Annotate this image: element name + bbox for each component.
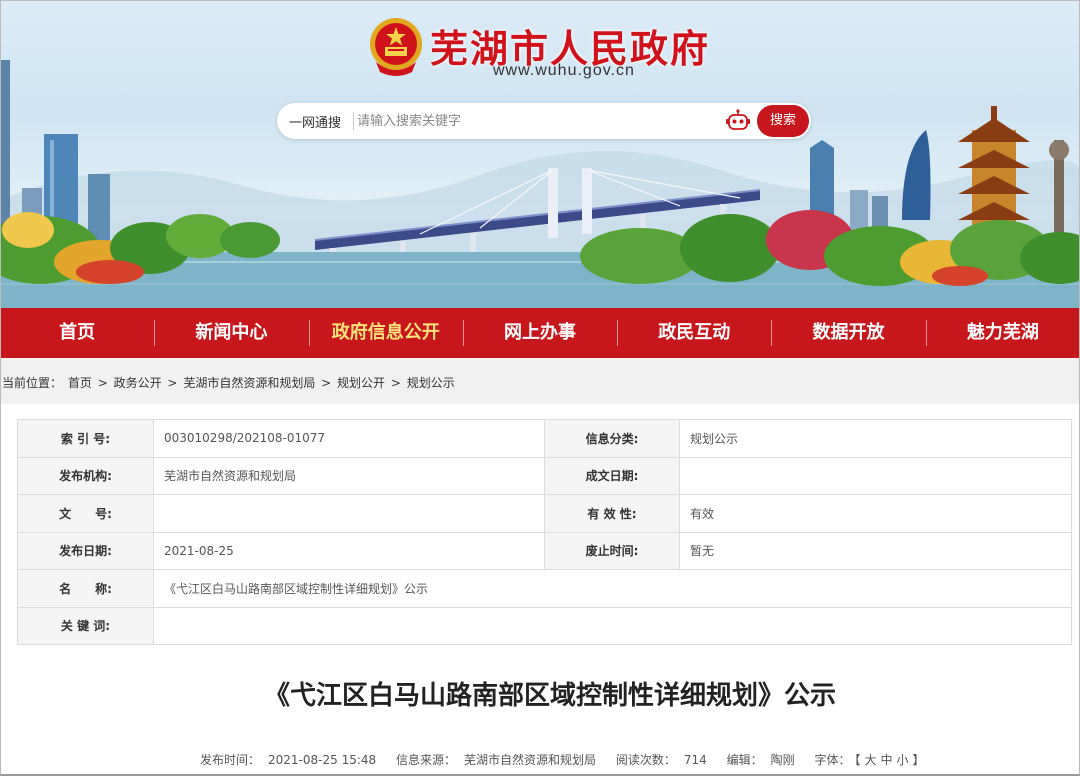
font-bracket-open: 【 xyxy=(854,753,861,767)
name-value: 《弋江区白马山路南部区域控制性详细规划》公示 xyxy=(153,569,1072,608)
validity-label: 有 效 性: xyxy=(544,494,680,533)
info-source-value: 芜湖市自然资源和规划局 xyxy=(464,753,597,767)
breadcrumb-separator: > xyxy=(390,376,401,390)
search-button[interactable]: 搜索 xyxy=(757,105,809,137)
search-scope-label[interactable]: 一网通搜 xyxy=(289,112,341,131)
document-number-value xyxy=(153,494,545,533)
category-value: 规划公示 xyxy=(679,419,1072,458)
index-number-label: 索 引 号: xyxy=(17,419,154,458)
publisher-label: 发布机构: xyxy=(17,456,154,495)
breadcrumb-separator: > xyxy=(167,376,178,390)
category-label: 信息分类: xyxy=(544,419,680,458)
keywords-label: 关 键 词: xyxy=(17,606,154,645)
publish-date-label: 发布日期: xyxy=(17,531,154,570)
nav-item-home[interactable]: 首页 xyxy=(0,308,154,358)
created-date-value xyxy=(679,456,1072,495)
nav-item-open-data[interactable]: 数据开放 xyxy=(771,308,925,358)
info-source: 信息来源： 芜湖市自然资源和规划局 xyxy=(396,753,604,767)
font-size-small-button[interactable]: 小 xyxy=(897,753,909,767)
document-number-label: 文 号: xyxy=(17,494,154,533)
publish-time-label: 发布时间： xyxy=(200,753,261,767)
font-size-label: 字体： xyxy=(814,753,851,767)
breadcrumb-item[interactable]: 政务公开 xyxy=(114,376,162,390)
breadcrumb-separator: > xyxy=(321,376,332,390)
name-label: 名 称: xyxy=(17,569,154,608)
breadcrumb-item[interactable]: 芜湖市自然资源和规划局 xyxy=(183,376,315,390)
nav-item-charm-wuhu[interactable]: 魅力芜湖 xyxy=(925,308,1080,358)
table-row: 文 号: 有 效 性: 有效 xyxy=(17,494,1072,533)
table-row: 索 引 号: 003010298/202108-01077 信息分类: 规划公示 xyxy=(17,419,1072,458)
document-info-table: 索 引 号: 003010298/202108-01077 信息分类: 规划公示… xyxy=(17,419,1072,645)
article-meta: 发布时间： 2021-08-25 15:48 信息来源： 芜湖市自然资源和规划局 阅… xyxy=(200,751,937,768)
publish-date-value: 2021-08-25 xyxy=(153,531,545,570)
table-row: 名 称: 《弋江区白马山路南部区域控制性详细规划》公示 xyxy=(17,569,1072,608)
header-banner: 芜湖市人民政府 www.wuhu.gov.cn 一网通搜 搜索 xyxy=(0,0,1080,308)
robot-icon[interactable] xyxy=(725,109,751,133)
read-count-value: 714 xyxy=(683,753,707,767)
keywords-value xyxy=(153,606,1072,645)
breadcrumb-item[interactable]: 规划公示 xyxy=(407,376,455,390)
nav-item-news[interactable]: 新闻中心 xyxy=(154,308,308,358)
info-source-label: 信息来源： xyxy=(395,753,456,767)
publisher-value: 芜湖市自然资源和规划局 xyxy=(153,456,545,495)
nav-item-gov-info[interactable]: 政府信息公开 xyxy=(308,308,463,358)
font-bracket-close: 】 xyxy=(912,753,925,767)
site-url: www.wuhu.gov.cn xyxy=(493,62,635,79)
table-row: 发布机构: 芜湖市自然资源和规划局 成文日期: xyxy=(17,456,1072,495)
search-divider xyxy=(353,112,354,130)
table-row: 关 键 词: xyxy=(17,606,1072,645)
national-emblem-icon xyxy=(370,18,422,76)
read-count: 阅读次数： 714 xyxy=(616,753,715,767)
article-title: 《弋江区白马山路南部区域控制性详细规划》公示 xyxy=(263,681,836,711)
table-row: 发布日期: 2021-08-25 废止时间: 暂无 xyxy=(17,531,1072,570)
publish-time-value: 2021-08-25 15:48 xyxy=(268,753,377,767)
search-input[interactable] xyxy=(357,109,717,133)
nav-item-interaction[interactable]: 政民互动 xyxy=(617,308,771,358)
expire-time-label: 废止时间: xyxy=(544,531,680,570)
read-count-label: 阅读次数： xyxy=(615,753,676,767)
index-number-value: 003010298/202108-01077 xyxy=(153,419,545,458)
publish-time: 发布时间： 2021-08-25 15:48 xyxy=(200,753,384,767)
font-size-control: 字体：【大中小】 xyxy=(814,753,928,767)
editor: 编辑： 陶刚 xyxy=(727,753,803,767)
breadcrumb-item[interactable]: 首页 xyxy=(68,376,92,390)
expire-time-value: 暂无 xyxy=(679,531,1072,570)
main-nav: 首页 新闻中心 政府信息公开 网上办事 政民互动 数据开放 魅力芜湖 xyxy=(0,308,1080,358)
breadcrumb-prefix: 当前位置： xyxy=(2,376,63,390)
font-size-large-button[interactable]: 大 xyxy=(864,753,876,767)
breadcrumb: 当前位置： 首页 > 政务公开 > 芜湖市自然资源和规划局 > 规划公开 > 规… xyxy=(2,374,457,391)
editor-label: 编辑： xyxy=(726,753,763,767)
nav-item-online-services[interactable]: 网上办事 xyxy=(462,308,617,358)
breadcrumb-bar: 当前位置： 首页 > 政务公开 > 芜湖市自然资源和规划局 > 规划公开 > 规… xyxy=(0,358,1080,404)
validity-value: 有效 xyxy=(679,494,1072,533)
editor-value: 陶刚 xyxy=(770,753,795,767)
breadcrumb-item[interactable]: 规划公开 xyxy=(337,376,385,390)
created-date-label: 成文日期: xyxy=(544,456,680,495)
breadcrumb-separator: > xyxy=(97,376,108,390)
font-size-medium-button[interactable]: 中 xyxy=(881,753,893,767)
search-box: 一网通搜 搜索 xyxy=(277,103,811,139)
